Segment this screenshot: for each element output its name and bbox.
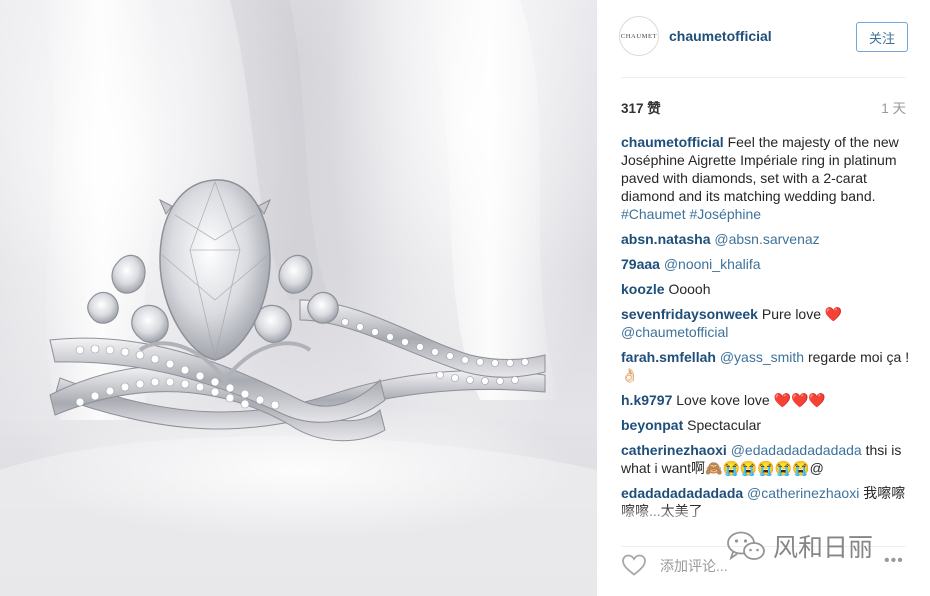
comment-text: Spectacular [687, 417, 762, 433]
caption-username[interactable]: chaumetofficial [621, 134, 724, 150]
post-time[interactable]: 1 天 [881, 97, 906, 117]
like-count[interactable]: 317 赞 [621, 97, 661, 117]
comment-text: Pure love ❤️ [761, 306, 843, 322]
add-comment-input[interactable]: 添加评论... [660, 556, 728, 576]
comment-fade [621, 505, 913, 529]
comment-mention[interactable]: @catherinezhaoxi [747, 485, 859, 501]
comment-mention[interactable]: @chaumetofficial [621, 324, 728, 340]
follow-button[interactable]: 关注 [856, 22, 908, 52]
header-divider [621, 77, 906, 78]
comment-username[interactable]: edadadadadadada [621, 485, 743, 501]
heart-icon[interactable] [621, 553, 647, 577]
comment-item: absn.natasha @absn.sarvenaz [621, 230, 913, 248]
avatar[interactable]: CHAUMET [619, 16, 659, 56]
comment-mention[interactable]: @nooni_khalifa [664, 256, 761, 272]
comment-text: Love kove love ❤️❤️❤️ [676, 392, 826, 408]
comment-item: 79aaa @nooni_khalifa [621, 255, 913, 273]
comment-list[interactable]: chaumetofficial Feel the majesty of the … [621, 133, 913, 529]
comment-item: farah.smfellah @yass_smith regarde moi ç… [621, 348, 913, 384]
comment-mention[interactable]: @edadadadadadada [731, 442, 862, 458]
comment-item: koozle Ooooh [621, 280, 913, 298]
comment-item: beyonpat Spectacular [621, 416, 913, 434]
comment-username[interactable]: h.k9797 [621, 392, 672, 408]
comment-mention[interactable]: @absn.sarvenaz [714, 231, 819, 247]
post-sidebar: CHAUMET chaumetofficial 关注 317 赞 1 天 cha… [597, 0, 930, 596]
wechat-watermark: 风和日丽 [725, 528, 873, 564]
comment-item: sevenfridaysonweek Pure love ❤️ @chaumet… [621, 305, 913, 341]
comment-username[interactable]: beyonpat [621, 417, 683, 433]
comment-username[interactable]: sevenfridaysonweek [621, 306, 758, 322]
ring-image [0, 0, 597, 596]
post-header: CHAUMET chaumetofficial 关注 [597, 0, 930, 78]
comment-item: h.k9797 Love kove love ❤️❤️❤️ [621, 391, 913, 409]
comment-username[interactable]: koozle [621, 281, 665, 297]
caption-hashtags[interactable]: #Chaumet #Joséphine [621, 206, 761, 222]
comment-username[interactable]: farah.smfellah [621, 349, 716, 365]
comment-mention[interactable]: @yass_smith [720, 349, 804, 365]
wechat-watermark-icon [727, 531, 765, 561]
more-options-icon[interactable]: ••• [884, 552, 904, 570]
comment-username[interactable]: 79aaa [621, 256, 660, 272]
comment-item: catherinezhaoxi @edadadadadadada thsi is… [621, 441, 913, 477]
account-username[interactable]: chaumetofficial [669, 28, 772, 44]
comment-username[interactable]: absn.natasha [621, 231, 710, 247]
caption: chaumetofficial Feel the majesty of the … [621, 133, 913, 223]
post-photo[interactable] [0, 0, 597, 596]
watermark-text: 风和日丽 [773, 534, 874, 562]
comment-text: Ooooh [668, 281, 711, 297]
comment-username[interactable]: catherinezhaoxi [621, 442, 727, 458]
